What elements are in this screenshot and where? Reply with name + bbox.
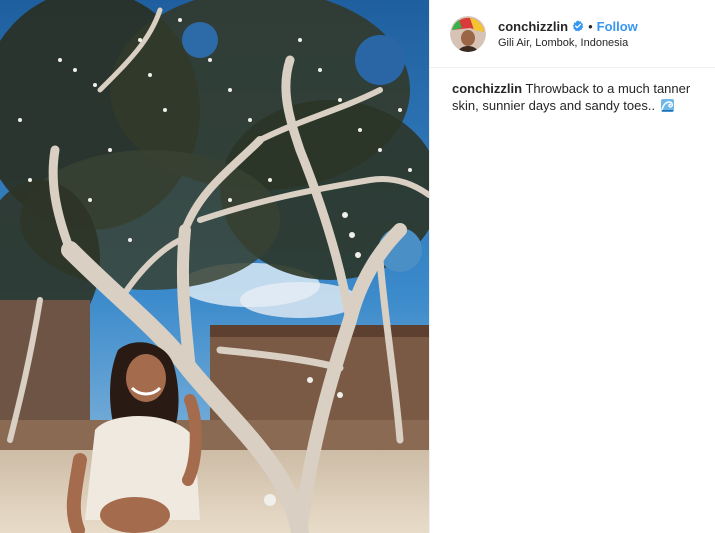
author-line: conchizzlin • Follow	[498, 19, 638, 34]
instagram-post: conchizzlin • Follow Gili Air, Lombok, I…	[0, 0, 715, 533]
caption-username-link[interactable]: conchizzlin	[452, 81, 522, 96]
avatar[interactable]	[450, 15, 486, 52]
post-caption: conchizzlin Throwback to a much tanner s…	[430, 68, 715, 114]
location-link[interactable]: Gili Air, Lombok, Indonesia	[498, 37, 638, 49]
post-photo[interactable]	[0, 0, 429, 533]
avatar-image	[450, 15, 486, 52]
username-link[interactable]: conchizzlin	[498, 19, 568, 34]
separator-dot: •	[588, 18, 593, 34]
verified-badge-icon	[572, 20, 584, 32]
post-header: conchizzlin • Follow Gili Air, Lombok, I…	[430, 0, 715, 68]
post-sidebar: conchizzlin • Follow Gili Air, Lombok, I…	[429, 0, 715, 533]
follow-button[interactable]: Follow	[597, 19, 638, 34]
post-author: conchizzlin • Follow Gili Air, Lombok, I…	[498, 19, 638, 49]
beach-tree-photo	[0, 0, 429, 533]
water-wave-emoji-icon	[660, 99, 674, 112]
